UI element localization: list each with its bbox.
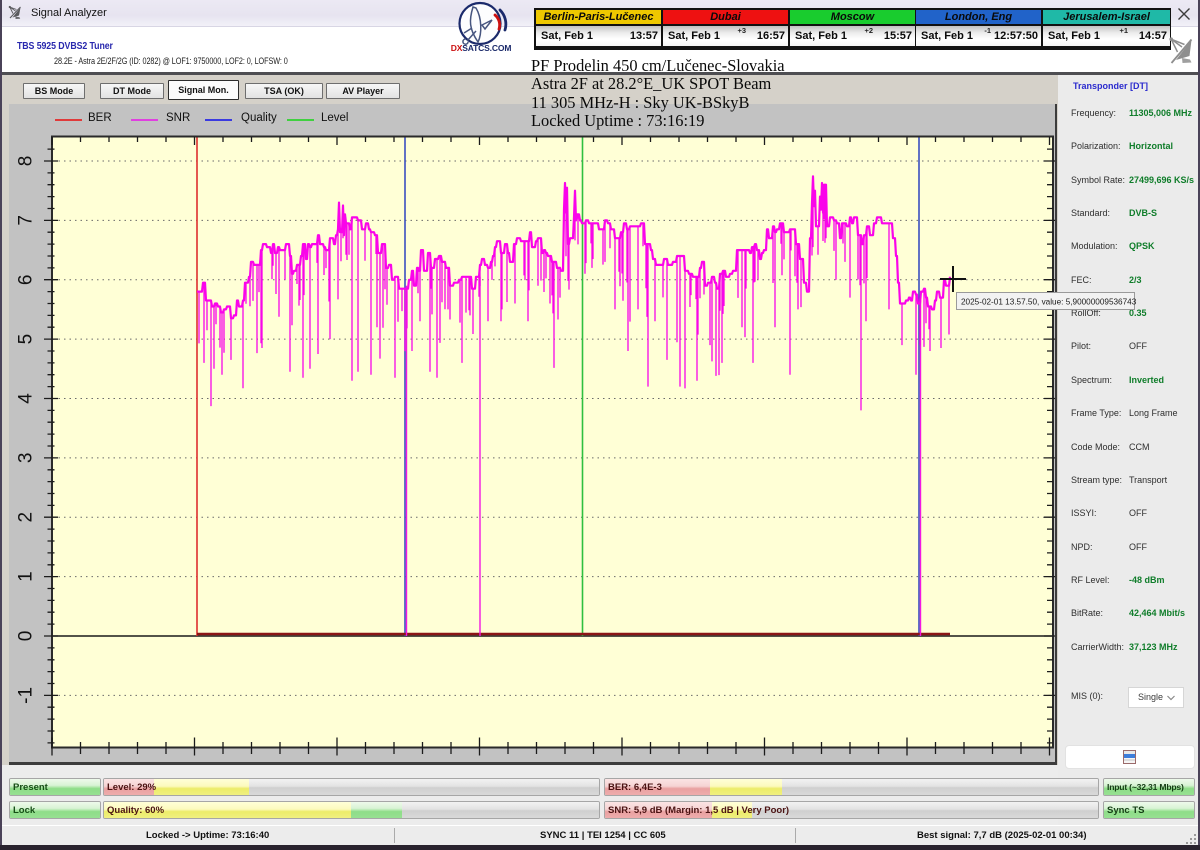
svg-text:3: 3 bbox=[16, 453, 37, 464]
svg-text:-1: -1 bbox=[16, 687, 37, 704]
svg-text:7: 7 bbox=[16, 215, 37, 226]
svg-text:DXSATCS.COM: DXSATCS.COM bbox=[451, 43, 512, 53]
svg-text:1: 1 bbox=[16, 571, 37, 582]
svg-text:2025-02-01 13.57.50, value: 5,: 2025-02-01 13.57.50, value: 5,9000000953… bbox=[961, 298, 1137, 307]
svg-text:4: 4 bbox=[16, 393, 37, 404]
svg-text:8: 8 bbox=[16, 156, 37, 167]
svg-text:6: 6 bbox=[16, 275, 37, 286]
svg-text:0: 0 bbox=[16, 631, 37, 642]
svg-text:5: 5 bbox=[16, 334, 37, 345]
svg-text:2: 2 bbox=[16, 512, 37, 523]
